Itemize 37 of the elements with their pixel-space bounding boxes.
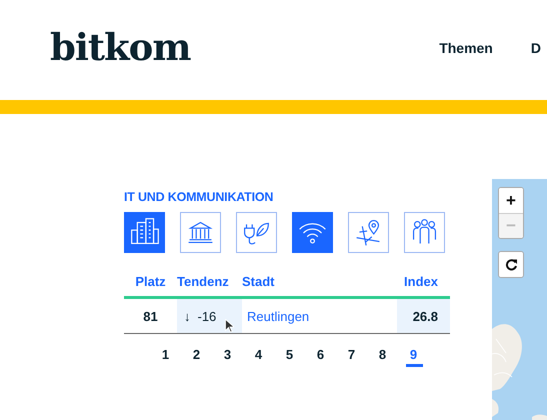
mouse-cursor-icon [225,319,234,333]
map-pin-icon [356,220,380,246]
wifi-icon [299,223,326,244]
plug-leaf-icon [244,222,269,244]
index-cell: 26.8 [397,298,450,334]
page-button[interactable]: 4 [243,345,274,367]
down-arrow-icon: ↓ [177,308,190,324]
page-button[interactable]: 3 [212,345,243,367]
column-header[interactable]: Index [397,270,450,298]
reset-button[interactable] [499,252,523,277]
page-button[interactable]: 7 [336,345,367,367]
bitkom-logo[interactable]: bitkom [50,23,190,71]
page-button[interactable]: 6 [305,345,336,367]
refresh-icon [504,258,518,271]
trend-value: -16 [196,308,216,324]
city-link[interactable]: Reutlingen [242,308,310,324]
rank-cell: 81 [124,298,177,334]
page-button[interactable]: 8 [367,345,398,367]
category-button[interactable] [292,212,333,253]
institution-icon [188,222,213,244]
category-button[interactable] [348,212,389,253]
buildings-icon [131,218,159,244]
column-header[interactable]: Tendenz [177,270,242,298]
column-header[interactable]: Stadt [242,270,397,298]
nav-link[interactable]: Themen [439,39,493,57]
category-button[interactable] [180,212,221,253]
page-button[interactable]: 2 [181,345,212,367]
column-header[interactable]: Platz [124,270,177,298]
page-button[interactable]: 9 [398,345,429,367]
category-button[interactable] [404,212,445,253]
page-button[interactable]: 5 [274,345,305,367]
category-button[interactable] [236,212,277,253]
page-button[interactable]: 1 [150,345,181,367]
category-button[interactable] [124,212,165,253]
nav-link[interactable]: D [530,39,541,57]
section-title: IT UND KOMMUNIKATION [124,190,274,204]
people-icon [413,219,436,244]
